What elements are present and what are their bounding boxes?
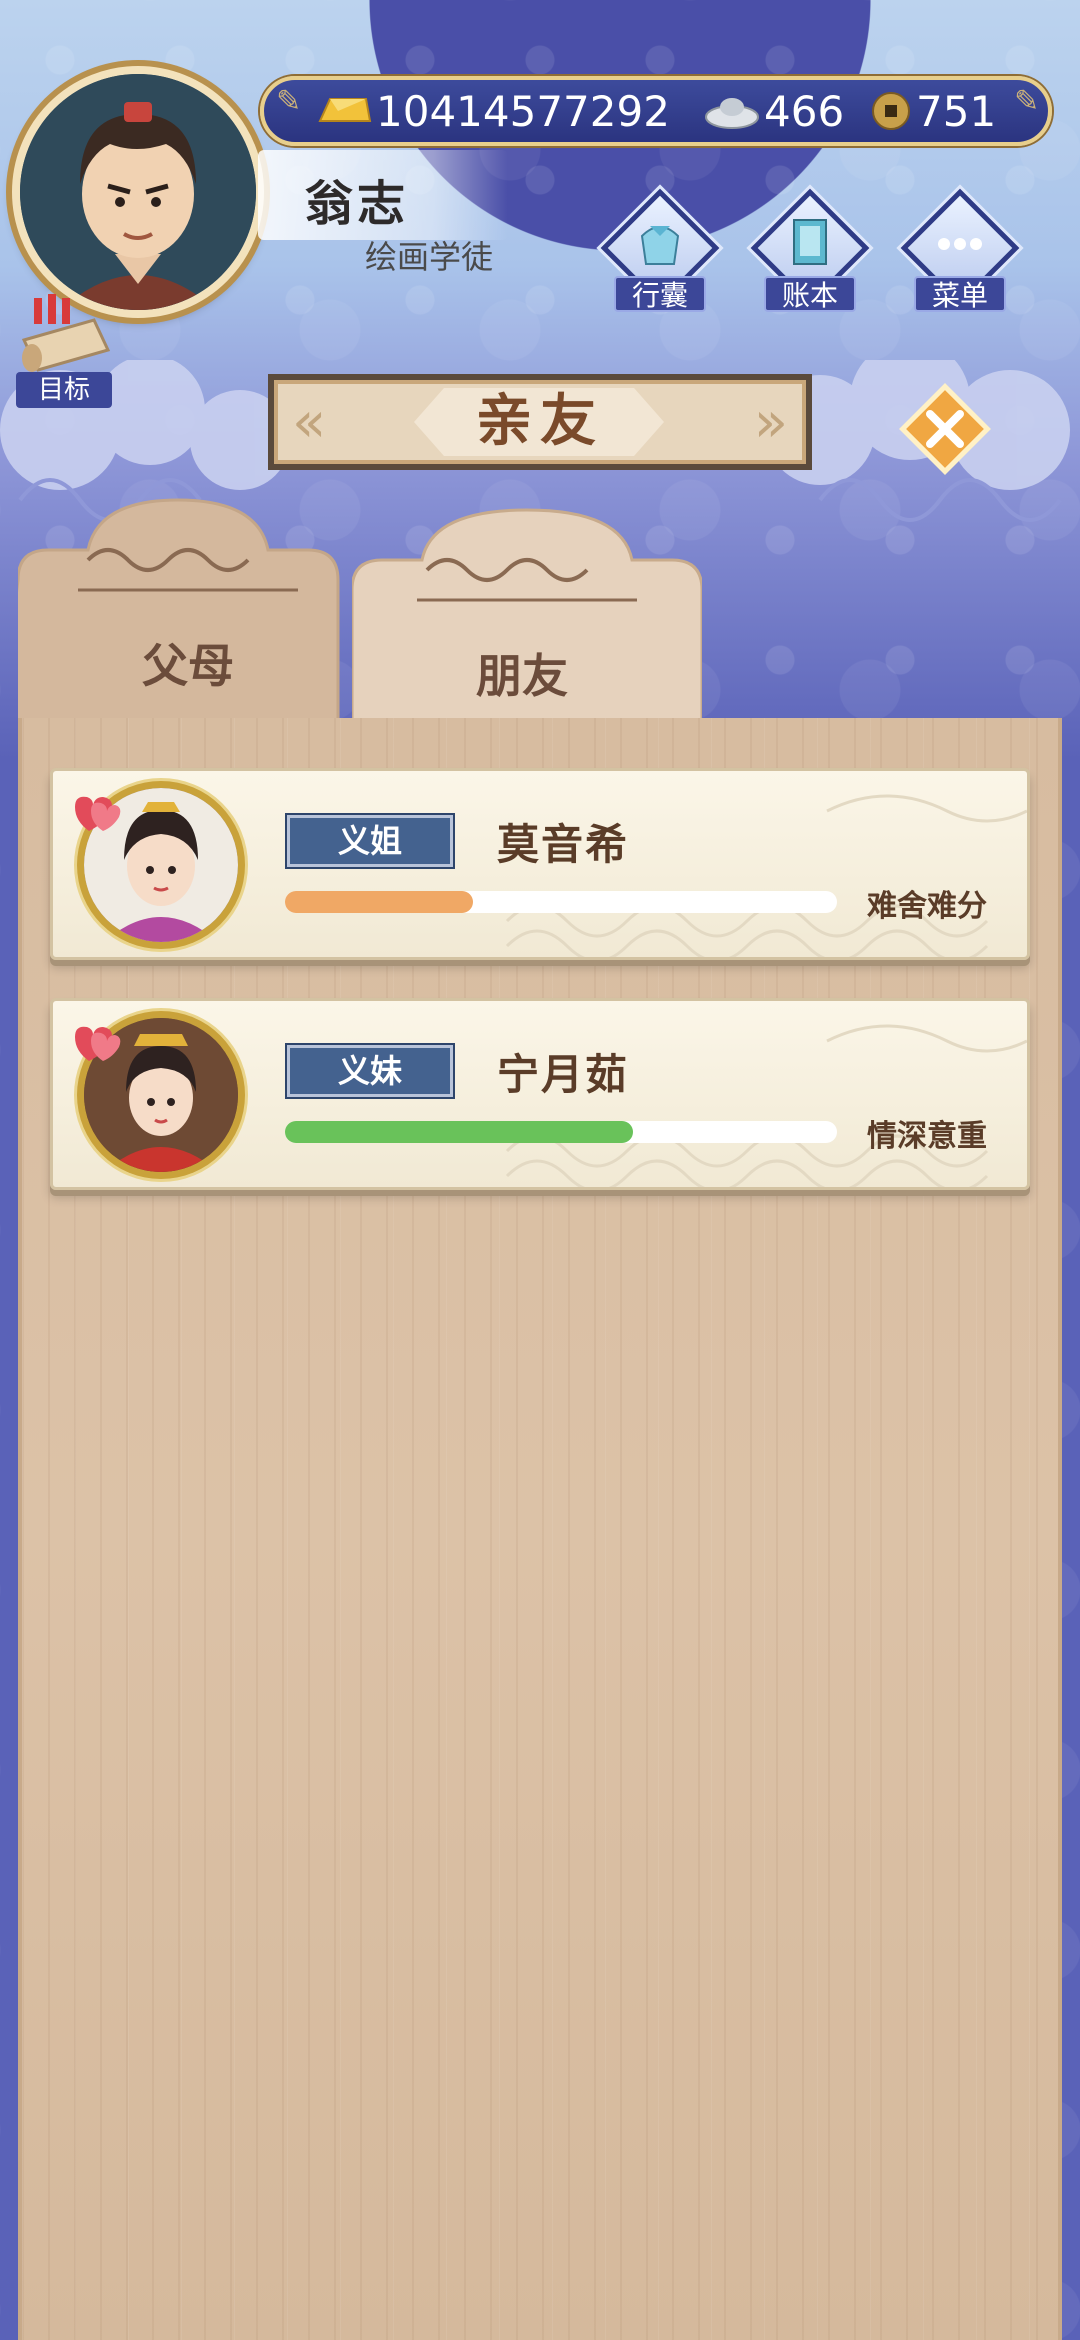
bag-icon — [640, 226, 680, 265]
affection-bar-fill — [285, 891, 473, 913]
tab-parents-frame — [0, 498, 340, 742]
friend-card[interactable]: 义姐 莫音希 难舍难分 — [50, 768, 1030, 960]
friends-list-panel — [18, 718, 1062, 2340]
player-title: 绘画学徒 — [365, 238, 494, 276]
goal-button[interactable]: 目标 — [10, 292, 120, 412]
gold-currency[interactable]: 10414577292 — [316, 80, 670, 142]
page-title: 亲友 — [476, 389, 604, 454]
silver-ingot-icon — [705, 98, 759, 129]
page-title-banner: « » 亲友 — [268, 374, 812, 470]
tab-friends[interactable]: 朋友 — [350, 500, 704, 750]
affection-bar — [285, 891, 837, 913]
copper-coin-icon — [872, 92, 910, 130]
tab-parents-label: 父母 — [142, 639, 234, 693]
silver-amount: 466 — [764, 86, 845, 136]
bond-status: 情深意重 — [867, 1119, 987, 1154]
currency-bar: ✎ 10414577292 466 751 ✎ — [260, 76, 1052, 146]
bag-button[interactable]: 行囊 — [600, 188, 720, 316]
ledger-book-icon — [793, 219, 827, 265]
ledger-label: 账本 — [781, 279, 838, 312]
close-button[interactable] — [890, 374, 1000, 484]
gold-amount: 10414577292 — [376, 86, 670, 136]
menu-label: 菜单 — [931, 279, 988, 312]
menu-button[interactable]: 菜单 — [900, 188, 1020, 316]
player-portrait-icon — [20, 74, 256, 310]
player-name: 翁志 — [305, 176, 410, 232]
relation-tag: 义妹 — [287, 1045, 453, 1097]
scroll-goal-icon — [21, 294, 111, 372]
affection-bar-fill — [285, 1121, 633, 1143]
heart-icon — [75, 1026, 121, 1061]
bag-label: 行囊 — [631, 279, 688, 312]
copper-currency[interactable]: 751 — [870, 80, 996, 142]
friend-card[interactable]: 义妹 宁月茹 情深意重 — [50, 998, 1030, 1190]
heart-icon — [75, 796, 121, 831]
bamboo-right-icon: ✎ — [1014, 84, 1040, 119]
bamboo-left-icon: ✎ — [276, 84, 302, 119]
copper-amount: 751 — [916, 86, 997, 136]
friend-name: 宁月茹 — [497, 1050, 630, 1099]
close-icon — [899, 383, 991, 475]
tab-friends-label: 朋友 — [476, 649, 568, 703]
bond-status: 难舍难分 — [867, 889, 987, 924]
friend-name: 莫音希 — [497, 820, 630, 869]
tab-parents[interactable]: 父母 — [0, 490, 358, 742]
ledger-button[interactable]: 账本 — [750, 188, 870, 316]
goal-label: 目标 — [16, 372, 112, 408]
silver-currency[interactable]: 466 — [704, 80, 844, 142]
gold-ingot-icon — [318, 98, 372, 122]
player-avatar[interactable] — [12, 66, 264, 318]
affection-bar — [285, 1121, 837, 1143]
more-dots-icon — [938, 238, 982, 250]
relation-tag: 义姐 — [287, 815, 453, 867]
